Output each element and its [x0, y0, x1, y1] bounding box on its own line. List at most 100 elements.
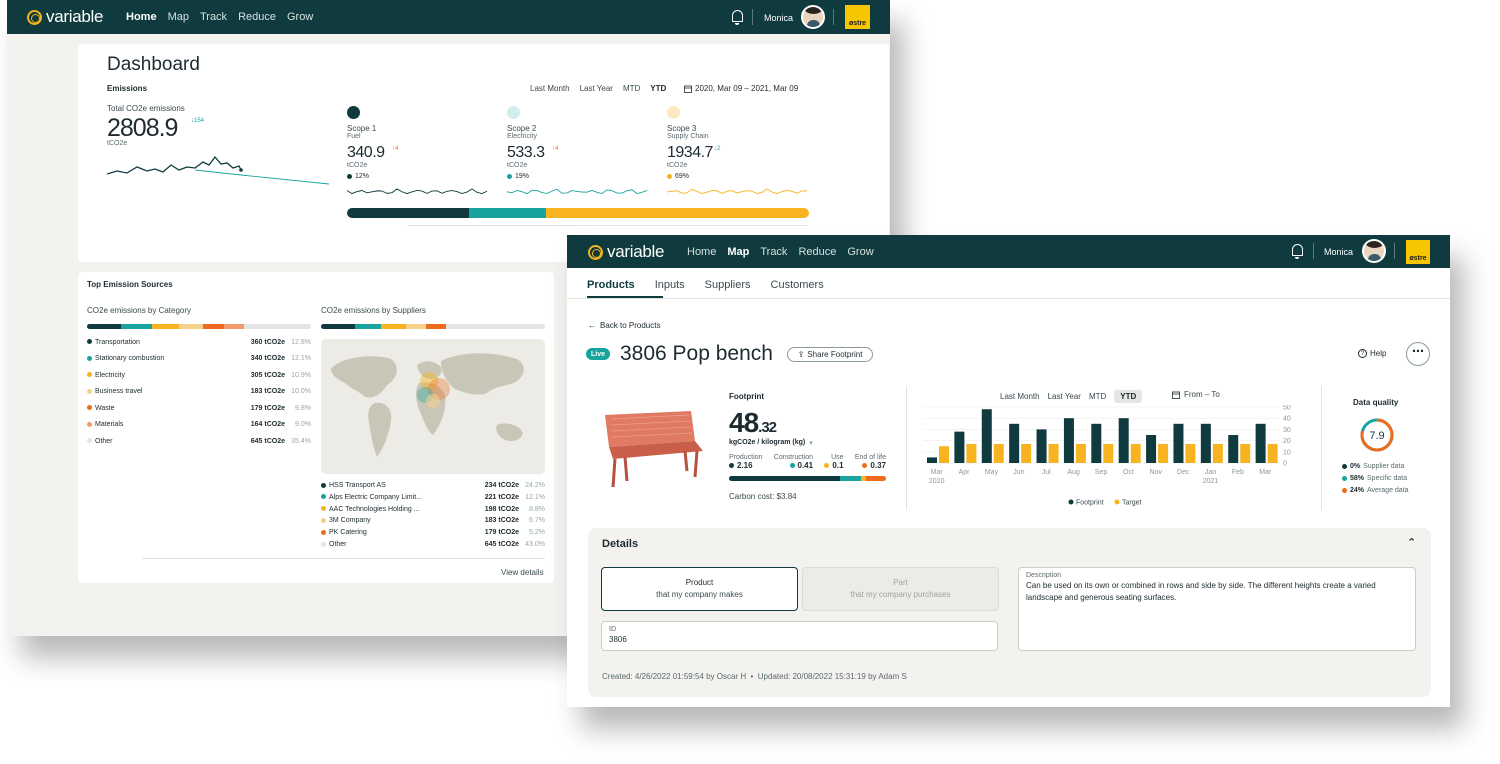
supplier-title: CO2e emissions by Suppliers — [321, 306, 426, 315]
unit-selector[interactable]: kgCO2e / kilogram (kg) ▾ — [729, 439, 813, 447]
view-details-link[interactable]: View details — [501, 568, 544, 577]
period-last-month[interactable]: Last Month — [1000, 392, 1040, 401]
category-row[interactable]: Transportation 360 tCO2e 12.8% — [87, 334, 311, 350]
bell-icon[interactable] — [732, 10, 743, 25]
nav-map[interactable]: Map — [727, 246, 749, 258]
footprint-bar[interactable] — [1255, 423, 1266, 463]
legend-dot — [1342, 487, 1347, 493]
target-bar[interactable] — [1158, 443, 1169, 463]
category-row[interactable]: Materials 164 tCO2e 9.0% — [87, 417, 311, 433]
target-bar[interactable] — [966, 443, 977, 463]
target-bar[interactable] — [1212, 443, 1223, 463]
phase-share-bar — [729, 476, 886, 481]
target-bar[interactable] — [1075, 443, 1086, 463]
share-footprint-button[interactable]: ⇪ Share Footprint — [787, 347, 873, 362]
target-bar[interactable] — [1021, 443, 1032, 463]
supplier-row[interactable]: Other 645 tCO2e 43.0% — [321, 539, 545, 550]
footprint-bar[interactable] — [1118, 418, 1129, 463]
x-tick-label: May — [985, 469, 999, 476]
category-row[interactable]: Business travel 183 tCO2e 10.0% — [87, 384, 311, 400]
nav-track[interactable]: Track — [760, 246, 787, 258]
target-bar[interactable] — [1240, 443, 1251, 463]
target-bar[interactable] — [1130, 443, 1141, 463]
nav-track[interactable]: Track — [200, 11, 227, 23]
nav-reduce[interactable]: Reduce — [238, 11, 276, 23]
period-last-month[interactable]: Last Month — [530, 84, 570, 93]
total-unit: tCO2e — [107, 140, 128, 147]
chevron-up-icon[interactable]: ⌃ — [1407, 536, 1416, 549]
variable-logo[interactable]: variable — [27, 7, 103, 27]
tab-inputs[interactable]: Inputs — [655, 279, 685, 291]
category-row[interactable]: Stationary combustion 340 tCO2e 12.1% — [87, 351, 311, 367]
tab-customers[interactable]: Customers — [771, 279, 824, 291]
footprint-bar[interactable] — [927, 457, 937, 463]
product-type-option[interactable]: Product that my company makes — [601, 567, 798, 611]
back-link[interactable]: ← Back to Products — [588, 321, 660, 330]
carbon-cost: Carbon cost: $3.84 — [729, 492, 797, 501]
target-bar[interactable] — [939, 446, 949, 463]
legend-dot — [507, 173, 512, 179]
avatar[interactable] — [1362, 239, 1386, 263]
tab-suppliers[interactable]: Suppliers — [705, 279, 751, 291]
category-row[interactable]: Electricity 305 tCO2e 10.9% — [87, 367, 311, 383]
user-name[interactable]: Monica — [764, 13, 793, 23]
range-picker[interactable]: From – To — [1172, 390, 1220, 399]
target-bar[interactable] — [993, 443, 1004, 463]
supplier-world-map[interactable] — [321, 339, 545, 474]
footprint-bar[interactable] — [1146, 435, 1157, 463]
date-range-picker[interactable]: 2020, Mar 09 – 2021, Mar 09 — [684, 84, 798, 93]
footprint-bar[interactable] — [1009, 423, 1020, 463]
target-bar[interactable] — [1267, 443, 1278, 463]
tab-products[interactable]: Products — [587, 279, 635, 291]
user-name[interactable]: Monica — [1324, 247, 1353, 257]
nav-grow[interactable]: Grow — [287, 11, 313, 23]
target-bar[interactable] — [1185, 443, 1196, 463]
footprint-bar[interactable] — [1200, 423, 1211, 463]
footprint-bar-chart: 50 40 30 20 10 0 Mar Apr May Jun Jul Aug Sep Oct Nov De… — [923, 405, 1291, 507]
supplier-row[interactable]: 3M Company 183 tCO2e 6.7% — [321, 515, 545, 526]
footprint-bar[interactable] — [981, 409, 992, 463]
avatar[interactable] — [801, 5, 825, 29]
part-type-option[interactable]: Part that my company purchases — [802, 567, 999, 611]
quality-row: 0% Supplier data — [1342, 463, 1442, 475]
id-field[interactable]: ID 3806 — [601, 621, 998, 651]
category-row[interactable]: Other 645 tCO2e 35.4% — [87, 433, 311, 449]
nav-home[interactable]: Home — [687, 246, 716, 258]
legend-dot — [87, 421, 92, 427]
footprint-bar[interactable] — [1036, 429, 1047, 463]
nav-home[interactable]: Home — [126, 11, 157, 23]
period-ytd[interactable]: YTD — [1114, 390, 1143, 403]
company-logo[interactable]: østre — [845, 5, 870, 29]
main-nav: Home Map Track Reduce Grow — [687, 246, 874, 258]
scope-share: 69% — [667, 173, 689, 180]
nav-reduce[interactable]: Reduce — [798, 246, 836, 258]
footprint-bar[interactable] — [954, 431, 965, 463]
period-last-year[interactable]: Last Year — [1048, 392, 1081, 401]
description-field[interactable]: Description Can be used on its own or co… — [1018, 567, 1416, 651]
company-logo[interactable]: østre — [1406, 240, 1430, 264]
nav-map[interactable]: Map — [168, 11, 189, 23]
supplier-row[interactable]: Alps Electric Company Limit... 221 tCO2e 1… — [321, 492, 545, 503]
world-map-image — [331, 353, 524, 457]
footprint-bar[interactable] — [1063, 418, 1074, 463]
target-bar[interactable] — [1103, 443, 1114, 463]
period-ytd[interactable]: YTD — [650, 84, 666, 93]
help-button[interactable]: ? Help — [1358, 349, 1386, 358]
period-mtd[interactable]: MTD — [1089, 392, 1106, 401]
nav-grow[interactable]: Grow — [847, 246, 873, 258]
target-bar[interactable] — [1048, 443, 1059, 463]
footprint-bar[interactable] — [1228, 435, 1239, 463]
supplier-row[interactable]: PK Catering 179 tCO2e 5.2% — [321, 527, 545, 538]
data-quality-breakdown: 0% Supplier data 58% Specific data 24% Averag… — [1342, 463, 1442, 499]
footprint-bar[interactable] — [1091, 423, 1102, 463]
category-row[interactable]: Waste 179 tCO2e 9.8% — [87, 400, 311, 416]
more-options-button[interactable]: ⋯ — [1406, 342, 1430, 366]
bell-icon[interactable] — [1292, 244, 1303, 259]
legend-dot — [87, 372, 92, 378]
supplier-row[interactable]: AAC Technologies Holding ... 198 tCO2e 8.8… — [321, 504, 545, 515]
supplier-row[interactable]: HSS Transport AS 234 tCO2e 24.2% — [321, 480, 545, 491]
variable-logo[interactable]: variable — [588, 242, 664, 262]
period-last-year[interactable]: Last Year — [580, 84, 613, 93]
footprint-bar[interactable] — [1173, 423, 1184, 463]
period-mtd[interactable]: MTD — [623, 84, 640, 93]
